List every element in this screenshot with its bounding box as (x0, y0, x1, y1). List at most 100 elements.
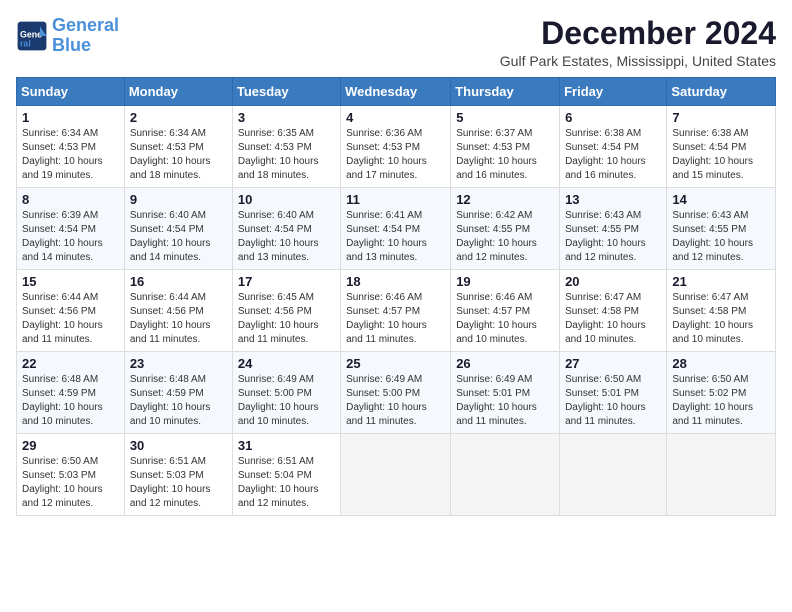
day-info: Sunrise: 6:47 AM Sunset: 4:58 PM Dayligh… (672, 291, 770, 347)
day-info: Sunrise: 6:48 AM Sunset: 4:59 PM Dayligh… (22, 373, 119, 429)
day-info: Sunrise: 6:43 AM Sunset: 4:55 PM Dayligh… (565, 209, 661, 265)
week-row-1: 1 Sunrise: 6:34 AM Sunset: 4:53 PM Dayli… (17, 106, 776, 188)
day-info: Sunrise: 6:40 AM Sunset: 4:54 PM Dayligh… (130, 209, 227, 265)
day-info: Sunrise: 6:41 AM Sunset: 4:54 PM Dayligh… (346, 209, 445, 265)
day-info: Sunrise: 6:40 AM Sunset: 4:54 PM Dayligh… (238, 209, 335, 265)
day-number: 14 (672, 192, 770, 207)
table-row: 19 Sunrise: 6:46 AM Sunset: 4:57 PM Dayl… (451, 270, 560, 352)
day-info: Sunrise: 6:46 AM Sunset: 4:57 PM Dayligh… (456, 291, 554, 347)
table-row: 1 Sunrise: 6:34 AM Sunset: 4:53 PM Dayli… (17, 106, 125, 188)
table-row: 26 Sunrise: 6:49 AM Sunset: 5:01 PM Dayl… (451, 352, 560, 434)
calendar-header-row: Sunday Monday Tuesday Wednesday Thursday… (17, 78, 776, 106)
col-sunday: Sunday (17, 78, 125, 106)
day-info: Sunrise: 6:39 AM Sunset: 4:54 PM Dayligh… (22, 209, 119, 265)
table-row: 15 Sunrise: 6:44 AM Sunset: 4:56 PM Dayl… (17, 270, 125, 352)
week-row-4: 22 Sunrise: 6:48 AM Sunset: 4:59 PM Dayl… (17, 352, 776, 434)
day-number: 9 (130, 192, 227, 207)
day-number: 31 (238, 438, 335, 453)
day-number: 15 (22, 274, 119, 289)
title-area: December 2024 Gulf Park Estates, Mississ… (500, 16, 776, 69)
table-row: 6 Sunrise: 6:38 AM Sunset: 4:54 PM Dayli… (560, 106, 667, 188)
day-number: 23 (130, 356, 227, 371)
day-number: 28 (672, 356, 770, 371)
day-info: Sunrise: 6:46 AM Sunset: 4:57 PM Dayligh… (346, 291, 445, 347)
col-saturday: Saturday (667, 78, 776, 106)
col-monday: Monday (124, 78, 232, 106)
day-info: Sunrise: 6:49 AM Sunset: 5:01 PM Dayligh… (456, 373, 554, 429)
table-row (560, 434, 667, 516)
week-row-2: 8 Sunrise: 6:39 AM Sunset: 4:54 PM Dayli… (17, 188, 776, 270)
day-number: 7 (672, 110, 770, 125)
day-number: 19 (456, 274, 554, 289)
day-number: 1 (22, 110, 119, 125)
day-number: 17 (238, 274, 335, 289)
day-number: 22 (22, 356, 119, 371)
table-row (341, 434, 451, 516)
logo: Gene ral General Blue (16, 16, 119, 56)
col-thursday: Thursday (451, 78, 560, 106)
day-number: 16 (130, 274, 227, 289)
table-row: 4 Sunrise: 6:36 AM Sunset: 4:53 PM Dayli… (341, 106, 451, 188)
day-info: Sunrise: 6:42 AM Sunset: 4:55 PM Dayligh… (456, 209, 554, 265)
table-row: 16 Sunrise: 6:44 AM Sunset: 4:56 PM Dayl… (124, 270, 232, 352)
day-info: Sunrise: 6:48 AM Sunset: 4:59 PM Dayligh… (130, 373, 227, 429)
day-number: 25 (346, 356, 445, 371)
table-row: 17 Sunrise: 6:45 AM Sunset: 4:56 PM Dayl… (232, 270, 340, 352)
table-row: 18 Sunrise: 6:46 AM Sunset: 4:57 PM Dayl… (341, 270, 451, 352)
table-row: 9 Sunrise: 6:40 AM Sunset: 4:54 PM Dayli… (124, 188, 232, 270)
day-info: Sunrise: 6:51 AM Sunset: 5:03 PM Dayligh… (130, 455, 227, 511)
table-row: 20 Sunrise: 6:47 AM Sunset: 4:58 PM Dayl… (560, 270, 667, 352)
day-number: 20 (565, 274, 661, 289)
col-friday: Friday (560, 78, 667, 106)
table-row (451, 434, 560, 516)
table-row: 2 Sunrise: 6:34 AM Sunset: 4:53 PM Dayli… (124, 106, 232, 188)
day-number: 21 (672, 274, 770, 289)
day-number: 13 (565, 192, 661, 207)
day-info: Sunrise: 6:38 AM Sunset: 4:54 PM Dayligh… (672, 127, 770, 183)
day-number: 18 (346, 274, 445, 289)
day-number: 3 (238, 110, 335, 125)
table-row: 31 Sunrise: 6:51 AM Sunset: 5:04 PM Dayl… (232, 434, 340, 516)
day-info: Sunrise: 6:44 AM Sunset: 4:56 PM Dayligh… (130, 291, 227, 347)
day-number: 6 (565, 110, 661, 125)
day-info: Sunrise: 6:43 AM Sunset: 4:55 PM Dayligh… (672, 209, 770, 265)
day-number: 5 (456, 110, 554, 125)
day-info: Sunrise: 6:50 AM Sunset: 5:03 PM Dayligh… (22, 455, 119, 511)
month-title: December 2024 (500, 16, 776, 51)
day-info: Sunrise: 6:34 AM Sunset: 4:53 PM Dayligh… (22, 127, 119, 183)
table-row: 28 Sunrise: 6:50 AM Sunset: 5:02 PM Dayl… (667, 352, 776, 434)
day-info: Sunrise: 6:49 AM Sunset: 5:00 PM Dayligh… (238, 373, 335, 429)
day-info: Sunrise: 6:50 AM Sunset: 5:01 PM Dayligh… (565, 373, 661, 429)
col-tuesday: Tuesday (232, 78, 340, 106)
table-row: 12 Sunrise: 6:42 AM Sunset: 4:55 PM Dayl… (451, 188, 560, 270)
table-row: 8 Sunrise: 6:39 AM Sunset: 4:54 PM Dayli… (17, 188, 125, 270)
svg-text:ral: ral (20, 38, 31, 48)
day-number: 8 (22, 192, 119, 207)
day-number: 27 (565, 356, 661, 371)
col-wednesday: Wednesday (341, 78, 451, 106)
day-number: 30 (130, 438, 227, 453)
day-info: Sunrise: 6:47 AM Sunset: 4:58 PM Dayligh… (565, 291, 661, 347)
page-header: Gene ral General Blue December 2024 Gulf… (16, 16, 776, 69)
day-info: Sunrise: 6:38 AM Sunset: 4:54 PM Dayligh… (565, 127, 661, 183)
logo-text: General Blue (52, 16, 119, 56)
table-row: 13 Sunrise: 6:43 AM Sunset: 4:55 PM Dayl… (560, 188, 667, 270)
day-info: Sunrise: 6:35 AM Sunset: 4:53 PM Dayligh… (238, 127, 335, 183)
day-number: 29 (22, 438, 119, 453)
location-title: Gulf Park Estates, Mississippi, United S… (500, 53, 776, 69)
calendar-table: Sunday Monday Tuesday Wednesday Thursday… (16, 77, 776, 516)
table-row: 29 Sunrise: 6:50 AM Sunset: 5:03 PM Dayl… (17, 434, 125, 516)
day-info: Sunrise: 6:50 AM Sunset: 5:02 PM Dayligh… (672, 373, 770, 429)
table-row: 27 Sunrise: 6:50 AM Sunset: 5:01 PM Dayl… (560, 352, 667, 434)
table-row (667, 434, 776, 516)
day-number: 10 (238, 192, 335, 207)
table-row: 24 Sunrise: 6:49 AM Sunset: 5:00 PM Dayl… (232, 352, 340, 434)
table-row: 25 Sunrise: 6:49 AM Sunset: 5:00 PM Dayl… (341, 352, 451, 434)
day-info: Sunrise: 6:45 AM Sunset: 4:56 PM Dayligh… (238, 291, 335, 347)
day-info: Sunrise: 6:44 AM Sunset: 4:56 PM Dayligh… (22, 291, 119, 347)
day-info: Sunrise: 6:37 AM Sunset: 4:53 PM Dayligh… (456, 127, 554, 183)
table-row: 23 Sunrise: 6:48 AM Sunset: 4:59 PM Dayl… (124, 352, 232, 434)
week-row-3: 15 Sunrise: 6:44 AM Sunset: 4:56 PM Dayl… (17, 270, 776, 352)
table-row: 7 Sunrise: 6:38 AM Sunset: 4:54 PM Dayli… (667, 106, 776, 188)
day-number: 11 (346, 192, 445, 207)
